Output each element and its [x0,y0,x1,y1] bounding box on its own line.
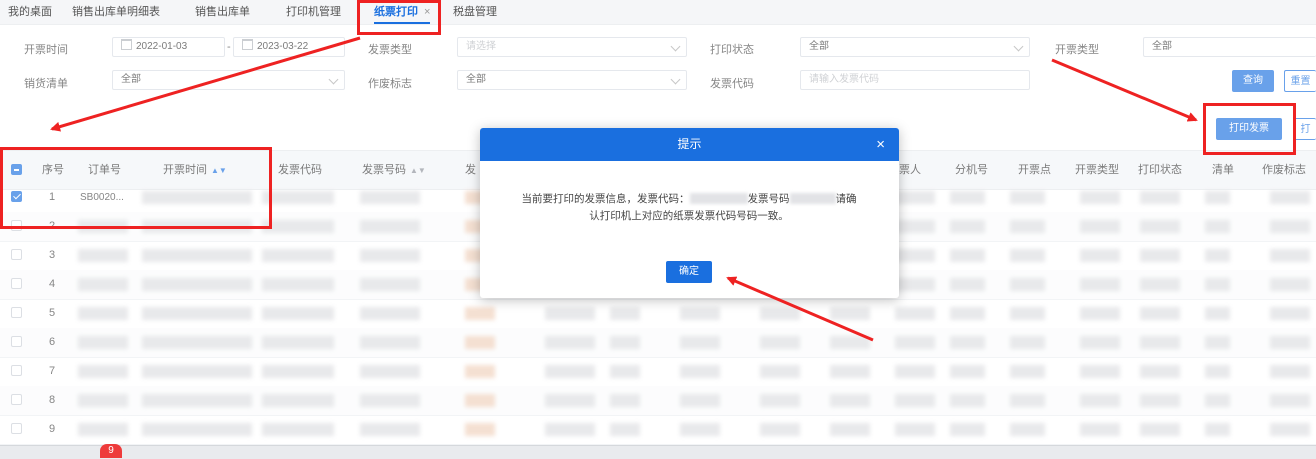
confirm-button[interactable]: 确定 [666,261,712,283]
annotation-box-selected-row [0,147,272,229]
tab-tax-disk-management[interactable]: 税盘管理 [453,0,497,24]
tab-sales-outbound[interactable]: 销售出库单 [195,0,250,24]
dialog-line1-a: 当前要打印的发票信息，发票代码： [521,193,690,205]
tab-my-desktop[interactable]: 我的桌面 [8,0,52,24]
annotation-box-tab [357,0,441,35]
tab-bar: 我的桌面 销售出库单明细表 销售出库单 打印机管理 纸票打印 × 税盘管理 [0,0,1316,25]
close-icon[interactable]: × [876,128,885,161]
annotation-box-print-button [1203,103,1296,155]
dialog-header: 提示 × [480,128,899,161]
notification-badge: 9 [100,444,122,458]
dialog-line1-b: 发票号码 [747,193,790,205]
prompt-dialog: 提示 × 当前要打印的发票信息，发票代码： 发票号码 请确 认打印机上对应的纸票发票… [480,128,899,298]
dialog-title: 提示 [677,137,702,151]
tab-printer-management[interactable]: 打印机管理 [286,0,341,24]
redacted-code [689,193,748,204]
tab-sales-outbound-detail[interactable]: 销售出库单明细表 [72,0,160,24]
dialog-line2: 认打印机上对应的纸票发票代码号码一致。 [589,210,789,222]
dialog-message: 当前要打印的发票信息，发票代码： 发票号码 请确 认打印机上对应的纸票发票代码号码一… [504,191,874,225]
dialog-line1-c: 请确 [835,193,857,205]
redacted-number [789,193,836,204]
taskbar [0,445,1316,459]
